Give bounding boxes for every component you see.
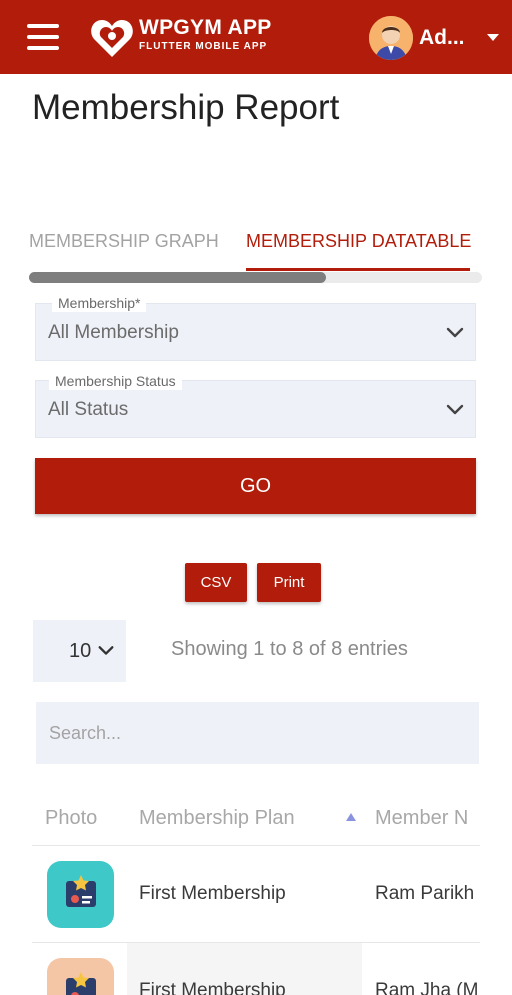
table-row[interactable]: First Membership Ram Parikh bbox=[32, 845, 480, 942]
page-length-select[interactable]: 10 bbox=[33, 620, 126, 682]
active-tab-indicator bbox=[246, 268, 470, 271]
avatar[interactable] bbox=[369, 16, 413, 60]
go-button[interactable]: GO bbox=[35, 458, 476, 514]
membership-plan-cell: First Membership bbox=[139, 980, 286, 995]
sort-ascending-icon[interactable] bbox=[346, 813, 356, 821]
caret-down-icon[interactable] bbox=[487, 34, 499, 41]
membership-status-value: All Status bbox=[48, 399, 129, 420]
csv-button[interactable]: CSV bbox=[185, 563, 247, 602]
app-subtitle: FLUTTER MOBILE APP bbox=[139, 41, 268, 52]
membership-table: Photo Membership Plan Member N First Mem… bbox=[32, 790, 480, 995]
membership-select-value: All Membership bbox=[48, 322, 179, 343]
app-bar: WPGYM APP FLUTTER MOBILE APP Ad... bbox=[0, 0, 512, 74]
membership-card-icon bbox=[47, 958, 114, 995]
tab-membership-datatable[interactable]: MEMBERSHIP DATATABLE bbox=[246, 229, 471, 253]
hamburger-menu-icon[interactable] bbox=[27, 24, 61, 50]
membership-card-icon bbox=[47, 861, 114, 928]
user-name[interactable]: Ad... bbox=[419, 25, 465, 51]
chevron-down-icon bbox=[446, 404, 464, 415]
member-name-cell: Ram Parikh bbox=[375, 883, 475, 904]
tab-scrollbar-thumb[interactable] bbox=[29, 272, 326, 283]
table-row[interactable]: First Membership Ram Jha (M bbox=[32, 942, 480, 995]
app-name: WPGYM APP bbox=[139, 16, 272, 39]
membership-plan-cell: First Membership bbox=[139, 883, 286, 904]
membership-status-label: Membership Status bbox=[49, 372, 182, 390]
column-header-member-name[interactable]: Member N bbox=[375, 805, 468, 831]
membership-select-label: Membership* bbox=[52, 294, 147, 312]
column-header-photo[interactable]: Photo bbox=[45, 805, 97, 831]
page-title: Membership Report bbox=[32, 88, 340, 127]
print-button[interactable]: Print bbox=[257, 563, 321, 602]
member-name-cell: Ram Jha (M bbox=[375, 980, 479, 995]
heart-logo-icon bbox=[91, 20, 133, 57]
table-info: Showing 1 to 8 of 8 entries bbox=[171, 638, 408, 660]
page-length-value: 10 bbox=[69, 640, 92, 662]
tab-membership-graph[interactable]: MEMBERSHIP GRAPH bbox=[29, 229, 219, 253]
column-header-membership-plan[interactable]: Membership Plan bbox=[139, 805, 295, 831]
chevron-down-icon bbox=[446, 327, 464, 338]
chevron-down-icon bbox=[98, 646, 114, 655]
search-input[interactable] bbox=[36, 702, 479, 764]
